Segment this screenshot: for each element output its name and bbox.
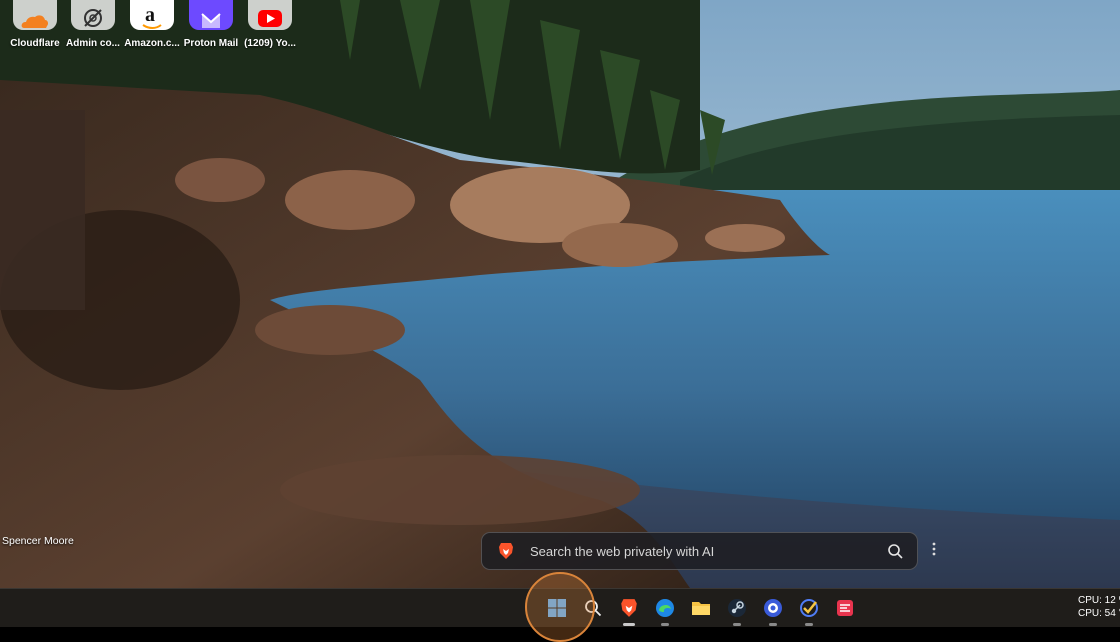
system-tray-cpu: CPU: 12 % CPU: 54 ° <box>1078 594 1120 620</box>
running-indicator <box>623 623 635 626</box>
brave-browser-icon[interactable] <box>618 597 640 626</box>
admin-console-icon <box>71 0 115 30</box>
running-indicator <box>733 623 741 626</box>
shortcut-cloudflare[interactable]: Cloudflare <box>2 0 68 49</box>
web-search-input[interactable] <box>528 542 887 560</box>
desktop-shortcuts: Cloudflare Admin co... a Amazon.c... Pro… <box>0 0 310 56</box>
cloudflare-icon <box>13 0 57 30</box>
edge-browser-icon[interactable] <box>654 597 676 626</box>
shortcut-youtube[interactable]: (1209) Yo... <box>237 0 303 49</box>
shortcut-label: Proton Mail <box>183 38 239 49</box>
gear-badge-icon[interactable] <box>762 597 784 626</box>
running-indicator <box>805 623 813 626</box>
youtube-icon <box>248 0 292 30</box>
brave-lion-icon <box>498 542 514 560</box>
wallpaper-credit: Spencer Moore <box>2 535 74 547</box>
shortcut-admin-console[interactable]: Admin co... <box>60 0 126 49</box>
proton-mail-icon <box>189 0 233 30</box>
more-options-icon[interactable] <box>929 542 939 560</box>
steam-icon[interactable] <box>726 597 748 626</box>
start-button-highlight <box>525 572 595 642</box>
cpu-usage-text: CPU: 12 % <box>1078 595 1120 606</box>
running-indicator <box>661 623 669 626</box>
search-icon[interactable] <box>887 543 903 559</box>
web-search-bar[interactable] <box>481 532 918 570</box>
desktop-wallpaper <box>0 0 1120 588</box>
notes-icon[interactable] <box>834 597 856 619</box>
shortcut-proton-mail[interactable]: Proton Mail <box>178 0 244 49</box>
shortcut-label: Amazon.c... <box>124 38 180 49</box>
folder-icon[interactable] <box>690 597 712 619</box>
cpu-temp-text: CPU: 54 ° <box>1078 608 1120 619</box>
shortcut-label: Admin co... <box>66 38 120 49</box>
amazon-icon: a <box>130 0 174 30</box>
shortcut-label: (1209) Yo... <box>244 38 296 49</box>
running-indicator <box>769 623 777 626</box>
checkmark-icon[interactable] <box>798 597 820 626</box>
shortcut-label: Cloudflare <box>10 38 60 49</box>
shortcut-amazon[interactable]: a Amazon.c... <box>119 0 185 49</box>
svg-text:a: a <box>145 4 155 26</box>
